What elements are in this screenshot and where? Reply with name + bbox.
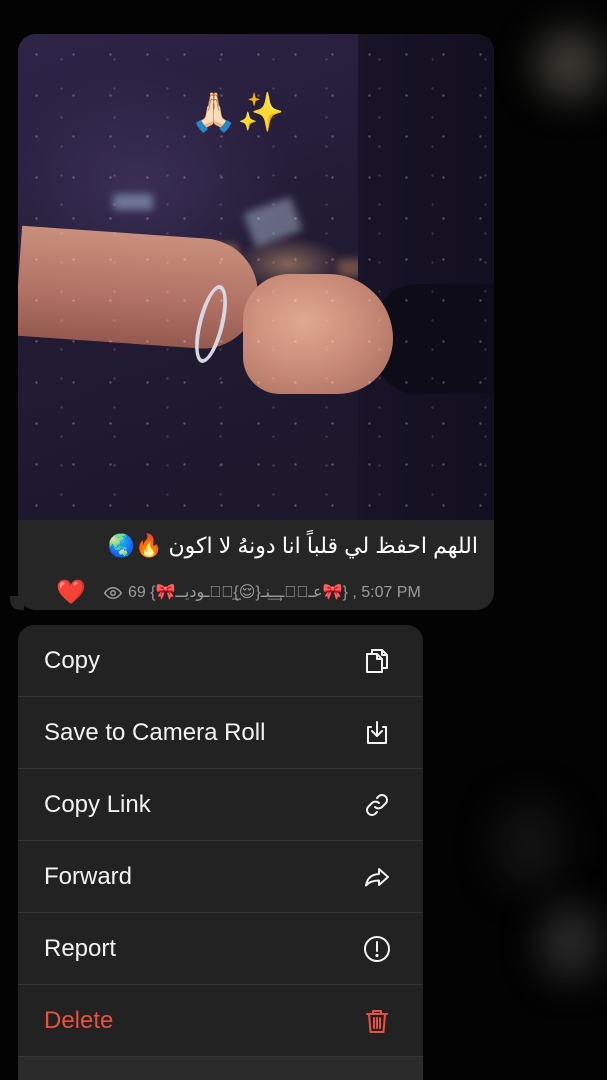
report-button[interactable]: Report (18, 913, 423, 985)
copy-link-button[interactable]: Copy Link (18, 769, 423, 841)
background-blur-shadow (495, 800, 565, 890)
forward-button[interactable]: Forward (18, 841, 423, 913)
eye-icon (103, 584, 123, 602)
copy-label: Copy (44, 647, 101, 674)
delete-button[interactable]: Delete (18, 985, 423, 1057)
delete-label: Delete (44, 1007, 114, 1034)
heart-reaction[interactable]: ❤️ (56, 580, 86, 606)
link-icon (361, 789, 393, 821)
alert-circle-icon (361, 933, 393, 965)
copy-icon (361, 645, 393, 677)
message-bubble[interactable]: 🙏🏻✨ اللهم احفظ لي قلباً انا دونهُ لا اكو… (18, 34, 494, 610)
report-label: Report (44, 935, 117, 962)
save-to-camera-roll-label: Save to Camera Roll (44, 719, 266, 746)
forward-arrow-icon (361, 861, 393, 893)
photo-emoji: 🙏🏻✨ (190, 92, 285, 134)
menu-more-area (18, 1057, 423, 1080)
message-photo[interactable]: 🙏🏻✨ (18, 34, 494, 520)
save-to-camera-roll-button[interactable]: Save to Camera Roll (18, 697, 423, 769)
copy-button[interactable]: Copy (18, 625, 423, 697)
save-download-icon (361, 717, 393, 749)
message-caption: اللهم احفظ لي قلباً انا دونهُ لا اكون 🔥🌏 (107, 533, 478, 558)
message-meta: ❤️ 69 {🎀عــᷞــ͢ـنـ{😌}͢ـᷞـوديــ🎀} , 5:07 … (18, 580, 494, 606)
background-blur-light (535, 30, 605, 100)
background-blur-light (540, 905, 600, 980)
message-views-author-time: 69 {🎀عــᷞــ͢ـنـ{😌}͢ـᷞـوديــ🎀} , 5:07 PM (128, 584, 421, 601)
forward-label: Forward (44, 863, 133, 890)
copy-link-label: Copy Link (44, 791, 151, 818)
trash-icon (361, 1005, 393, 1037)
context-menu: Copy Save to Camera Roll Copy Link Forwa… (18, 625, 423, 1080)
